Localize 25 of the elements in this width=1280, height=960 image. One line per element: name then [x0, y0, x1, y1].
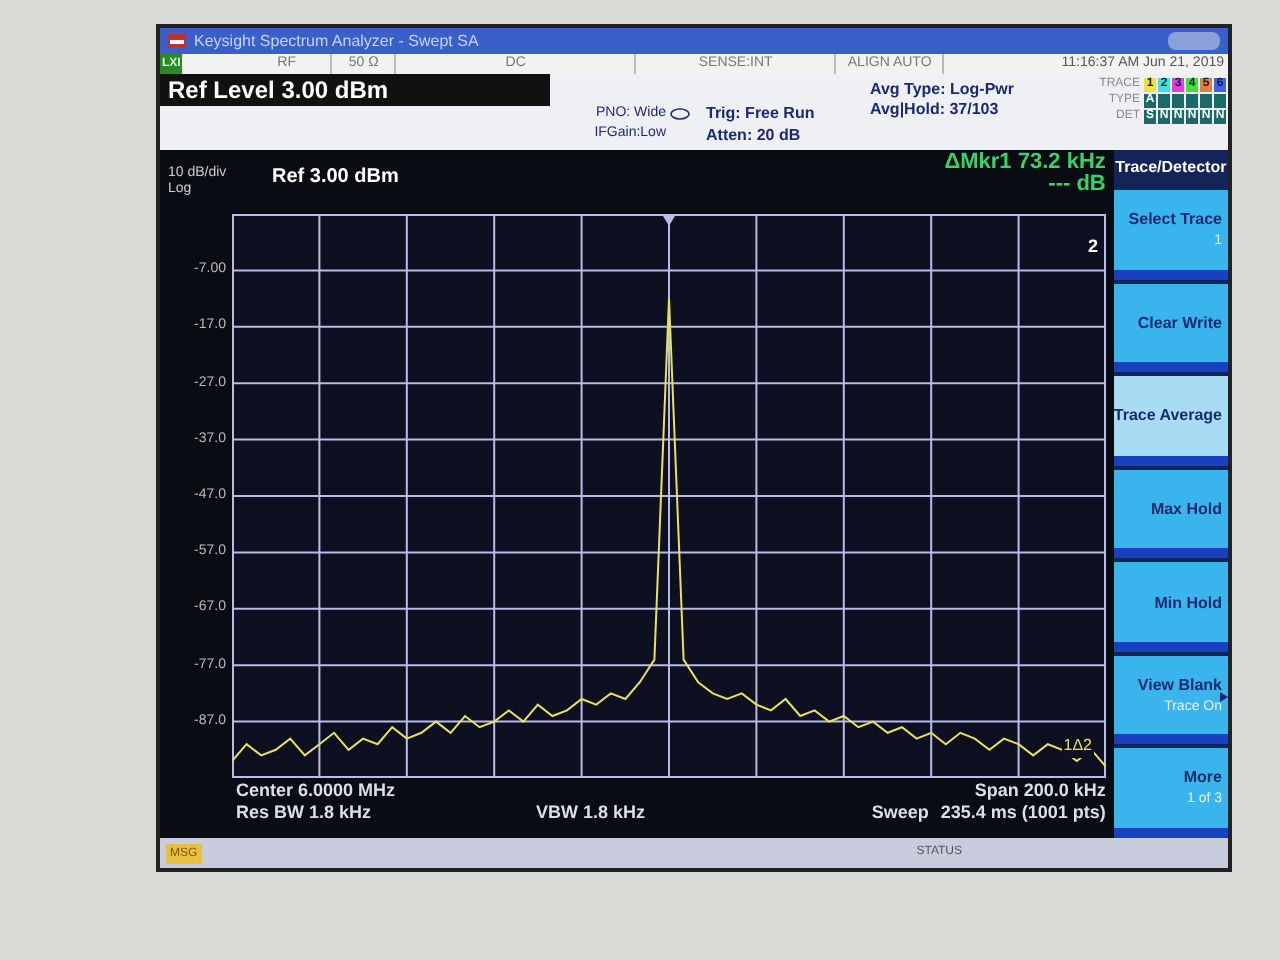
softkey[interactable]: Max Hold [1113, 469, 1228, 559]
avg-hold: Avg|Hold: 37/103 [870, 100, 1001, 120]
avg-type: Avg Type: Log-Pwr [870, 80, 1016, 100]
softkey[interactable]: Min Hold [1113, 562, 1228, 652]
window-controls[interactable] [1168, 32, 1220, 50]
marker-label: 2 [1087, 234, 1098, 260]
softkey[interactable]: Clear Write [1113, 283, 1228, 373]
span-readout: Span 200.0 kHz [974, 780, 1106, 802]
marker-label: 1Δ2 [1061, 734, 1094, 758]
atten-setting: Atten: 20 dB [706, 124, 803, 146]
ref-readout: Ref 3.00 dBm [272, 166, 399, 192]
loop-icon [670, 108, 690, 120]
softkey[interactable]: Trace Average [1113, 376, 1228, 466]
vbw-readout: VBW 1.8 kHz [536, 802, 646, 824]
sweep-time: 235.4 ms (1001 pts) [940, 802, 1106, 824]
menu-title: Trace/Detector [1113, 156, 1228, 180]
app-icon [168, 34, 186, 48]
center-frequency: Center 6.0000 MHz [236, 780, 396, 802]
ref-level: Ref Level 3.00 dBm [160, 74, 550, 106]
res-bw: Res BW 1.8 kHz [236, 802, 374, 824]
trigger-setting: Trig: Free Run [706, 102, 817, 124]
marker-readout: ΔMkr1 73.2 kHz [944, 152, 1106, 174]
marker-level: --- dB [1048, 174, 1106, 196]
sweep-label: Sweep [871, 802, 929, 824]
window-title: Keysight Spectrum Analyzer - Swept SA [194, 29, 479, 53]
